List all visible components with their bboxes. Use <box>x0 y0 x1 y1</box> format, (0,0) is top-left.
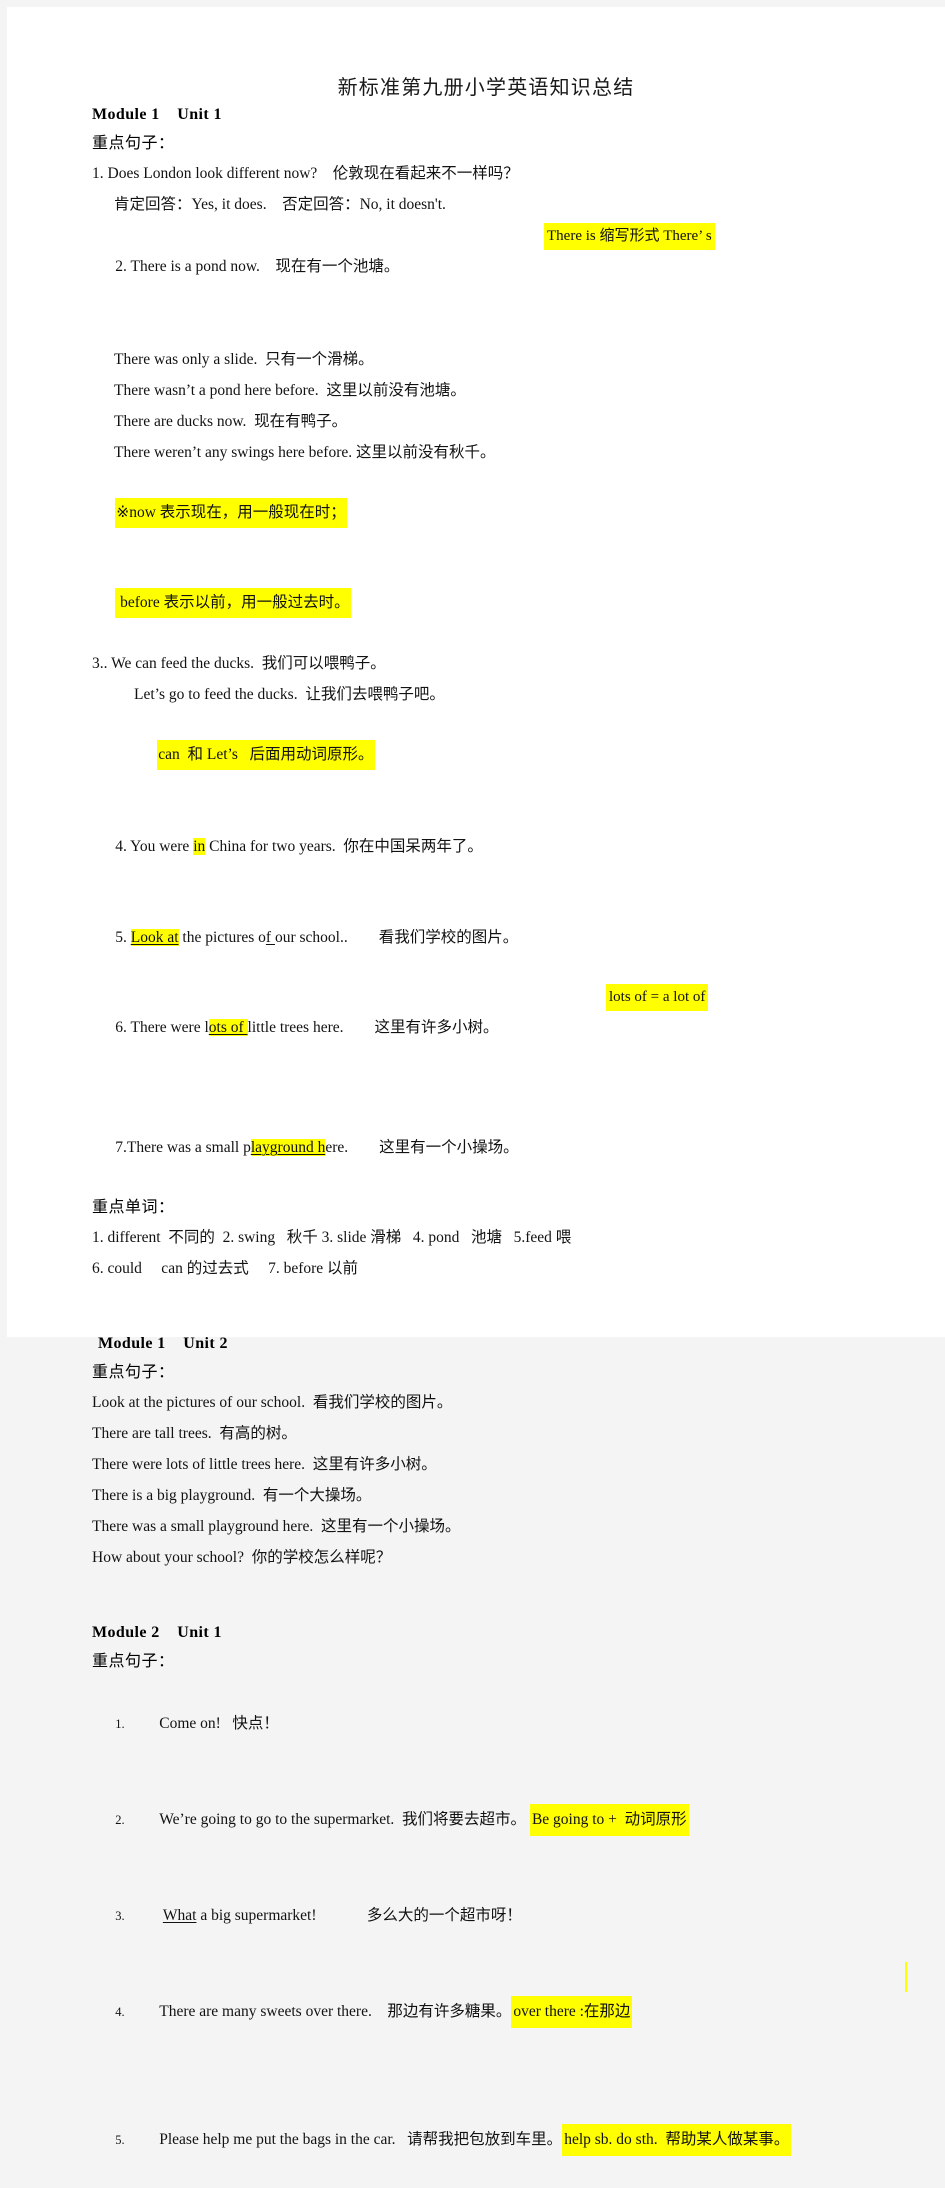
heading-module-1-unit-1: Module 1 Unit 1 <box>92 106 222 123</box>
annotation-over-there: over there :在那边 <box>511 1996 633 2028</box>
grammar-note-before: before 表示以前，用一般过去时。 <box>92 558 910 648</box>
sentence-m1u1-5-part-a: 5. <box>115 929 131 946</box>
label-key-sentences-m1u1: 重点句子： <box>92 135 175 152</box>
list-number: 1. <box>115 1717 125 1731</box>
label-key-sentences-m2u1: 重点句子： <box>92 1653 175 1670</box>
sentence-m1u2-2: There are tall trees. 有高的树。 <box>92 1425 297 1442</box>
highlight-in: in <box>193 838 206 855</box>
label-key-sentences-m1u2: 重点句子： <box>92 1364 175 1381</box>
sentence-m1u1-6-part-b: little trees here. 这里有许多小树。 <box>247 1019 499 1036</box>
document-page: 新标准第九册小学英语知识总结 Module 1 Unit 1 重点句子： 1. … <box>7 7 945 2156</box>
sentence-m1u1-1: 1. Does London look different now? 伦敦现在看… <box>92 165 519 182</box>
sentence-m1u1-5-part-b: the pictures o <box>178 929 266 946</box>
sentence-m1u1-6-part-a: 6. There were l <box>115 1019 209 1036</box>
grammar-note-before-text: before 表示以前，用一般过去时。 <box>115 588 351 618</box>
annotation-be-going-to: Be going to + 动词原形 <box>529 1804 689 1836</box>
list-item-text-b: a big supermarket! 多么大的一个超市呀！ <box>196 1907 522 1924</box>
sentence-m1u1-lets-feed: Let’s go to feed the ducks. 让我们去喂鸭子吧。 <box>134 686 445 703</box>
page-title: 新标准第九册小学英语知识总结 <box>337 77 635 99</box>
heading-module-1-unit-2: Module 1 Unit 2 <box>98 1335 228 1352</box>
sentence-m1u1-7-part-b: ere. 这里有一个小操场。 <box>325 1139 519 1156</box>
sentence-m1u1-2: 2. There is a pond now. 现在有一个池塘。 There i… <box>92 220 910 344</box>
sentence-m1u2-1: Look at the pictures of our school. 看我们学… <box>92 1394 453 1411</box>
stray-highlight-tick <box>905 1962 907 1992</box>
list-item-text: Come on! 快点！ <box>159 1715 279 1732</box>
list-item-text: We’re going to go to the supermarket. 我们… <box>159 1811 530 1828</box>
list-number: 5. <box>115 2133 125 2147</box>
list-item: 2. We’re going to go to the supermarket. … <box>92 1772 910 1868</box>
underline-what: What <box>162 1907 197 1924</box>
list-item: 4. There are many sweets over there. 那边有许… <box>92 1962 910 2092</box>
highlight-lots-of: ots of <box>208 1019 248 1036</box>
sentence-m1u1-7: 7.There was a small playground here. 这里有… <box>92 1103 910 1193</box>
document-content: 新标准第九册小学英语知识总结 Module 1 Unit 1 重点句子： 1. … <box>92 7 910 2188</box>
annotation-lots-of-equals: lots of = a lot of <box>606 984 709 1011</box>
sentence-m1u2-5: There was a small playground here. 这里有一个… <box>92 1518 461 1535</box>
list-item: 1. Come on! 快点！ <box>92 1676 910 1772</box>
highlight-look-at: Look at <box>130 929 179 946</box>
sentence-m1u1-6: 6. There were lots of little trees here.… <box>92 983 910 1103</box>
list-item: 5. Please help me put the bags in the car… <box>92 2092 910 2188</box>
annotation-there-is-contraction: There is 缩写形式 There’ s <box>544 223 715 250</box>
heading-module-2-unit-1: Module 2 Unit 1 <box>92 1624 222 1641</box>
grammar-note-can-lets: can 和 Let’s 后面用动词原形。 <box>92 710 910 800</box>
sentence-m1u1-ducks: There are ducks now. 现在有鸭子。 <box>114 413 348 430</box>
sentence-m1u1-3: 3.. We can feed the ducks. 我们可以喂鸭子。 <box>92 655 386 672</box>
sentence-m1u2-3: There were lots of little trees here. 这里… <box>92 1456 437 1473</box>
grammar-note-now-text: ※now 表示现在，用一般现在时； <box>115 498 347 528</box>
sentence-m1u1-swings: There weren’t any swings here before. 这里… <box>114 444 496 461</box>
list-number: 2. <box>115 1813 125 1827</box>
list-item-text: There are many sweets over there. 那边有许多糖… <box>159 2003 512 2020</box>
section-gap-2 <box>92 1573 910 1619</box>
underline-playground: layground h <box>250 1139 326 1156</box>
sentence-m1u2-6: How about your school? 你的学校怎么样呢？ <box>92 1549 392 1566</box>
sentence-m1u1-4-part-a: 4. You were <box>115 838 194 855</box>
underline-of: f <box>265 929 275 946</box>
sentence-m1u1-5-part-c: our school.. 看我们学校的图片。 <box>274 929 519 946</box>
sentence-m1u1-2-text: 2. There is a pond now. 现在有一个池塘。 <box>115 258 400 275</box>
list-item: 3. What a big supermarket! 多么大的一个超市呀！ <box>92 1868 910 1964</box>
sentence-m1u1-1-answers: 肯定回答：Yes, it does. 否定回答：No, it doesn't. <box>114 196 446 213</box>
sentence-m1u1-5: 5. Look at the pictures of our school.. … <box>92 893 910 983</box>
highlight-playground: layground h <box>250 1139 326 1156</box>
sentence-m1u1-pond-before: There wasn’t a pond here before. 这里以前没有池… <box>114 382 466 399</box>
vocab-line-2: 6. could can 的过去式 7. before 以前 <box>92 1260 359 1277</box>
list-number: 3. <box>115 1909 125 1923</box>
grammar-note-now: ※now 表示现在，用一般现在时； <box>92 468 910 558</box>
label-key-words-m1u1: 重点单词： <box>92 1199 175 1216</box>
list-number: 4. <box>115 2005 125 2019</box>
sentence-m1u2-4: There is a big playground. 有一个大操场。 <box>92 1487 372 1504</box>
sentence-m1u1-slide: There was only a slide. 只有一个滑梯。 <box>114 351 374 368</box>
vocab-line-1: 1. different 不同的 2. swing 秋千 3. slide 滑梯… <box>92 1229 572 1246</box>
list-item-text: Please help me put the bags in the car. … <box>159 2131 563 2148</box>
section-gap-1 <box>92 1284 910 1330</box>
sentence-m1u1-4-part-b: China for two years. 你在中国呆两年了。 <box>205 838 483 855</box>
sentence-m1u1-7-part-a: 7.There was a small p <box>115 1139 251 1156</box>
annotation-help-sb-do-sth: help sb. do sth. 帮助某人做某事。 <box>562 2124 792 2156</box>
grammar-note-can-lets-text: can 和 Let’s 后面用动词原形。 <box>157 740 375 770</box>
sentence-m1u1-4: 4. You were in China for two years. 你在中国… <box>92 800 910 893</box>
